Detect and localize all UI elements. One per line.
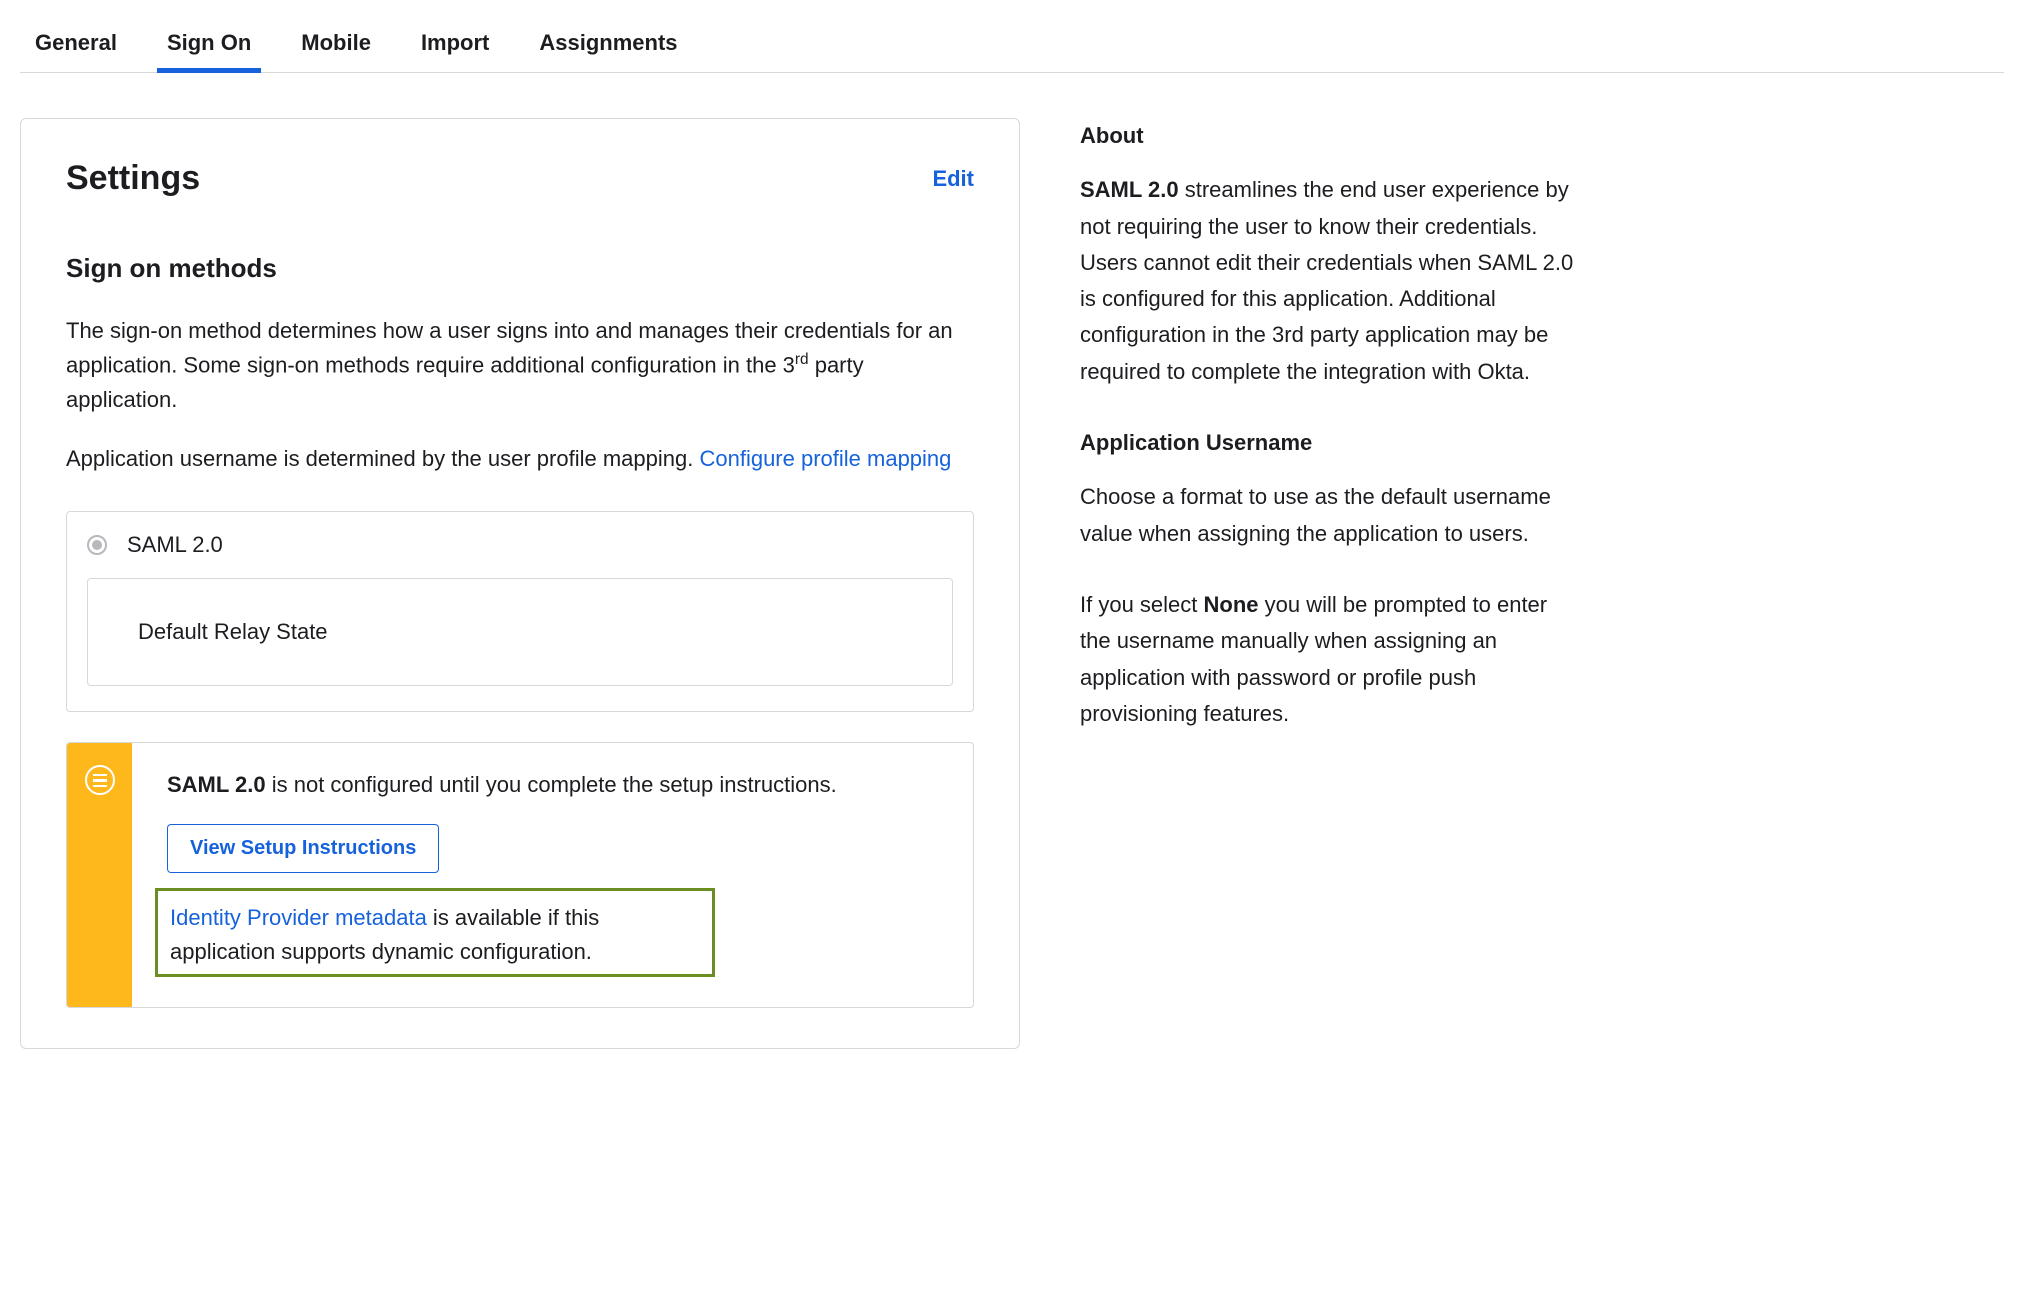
application-username-text: Choose a format to use as the default us… bbox=[1080, 479, 1580, 552]
default-relay-state-field: Default Relay State bbox=[87, 578, 953, 686]
tab-general[interactable]: General bbox=[35, 20, 117, 72]
username-mapping-text: Application username is determined by th… bbox=[66, 442, 974, 476]
tab-mobile[interactable]: Mobile bbox=[301, 20, 371, 72]
none-option-text: If you select None you will be prompted … bbox=[1080, 587, 1580, 732]
saml-radio-label: SAML 2.0 bbox=[127, 532, 223, 558]
tab-sign-on[interactable]: Sign On bbox=[167, 20, 251, 72]
about-heading: About bbox=[1080, 118, 1580, 154]
list-icon bbox=[85, 765, 115, 795]
notice-text: SAML 2.0 is not configured until you com… bbox=[167, 768, 938, 802]
settings-title: Settings bbox=[66, 159, 200, 198]
sign-on-description: The sign-on method determines how a user… bbox=[66, 314, 974, 417]
notice-accent-bar bbox=[67, 743, 132, 1007]
edit-button[interactable]: Edit bbox=[932, 166, 974, 192]
view-setup-instructions-button[interactable]: View Setup Instructions bbox=[167, 824, 439, 873]
tab-bar: General Sign On Mobile Import Assignment… bbox=[20, 20, 2004, 73]
configure-profile-mapping-link[interactable]: Configure profile mapping bbox=[699, 446, 951, 471]
saml-radio[interactable] bbox=[87, 535, 107, 555]
idp-metadata-highlight: Identity Provider metadata is available … bbox=[155, 888, 715, 977]
tab-assignments[interactable]: Assignments bbox=[539, 20, 677, 72]
application-username-heading: Application Username bbox=[1080, 425, 1580, 461]
setup-notice: SAML 2.0 is not configured until you com… bbox=[66, 742, 974, 1008]
saml-option-box: SAML 2.0 Default Relay State bbox=[66, 511, 974, 712]
about-text: SAML 2.0 streamlines the end user experi… bbox=[1080, 172, 1580, 390]
identity-provider-metadata-link[interactable]: Identity Provider metadata bbox=[170, 905, 427, 930]
section-heading-sign-on-methods: Sign on methods bbox=[66, 253, 974, 284]
tab-import[interactable]: Import bbox=[421, 20, 489, 72]
settings-card: Settings Edit Sign on methods The sign-o… bbox=[20, 118, 1020, 1049]
sidebar: About SAML 2.0 streamlines the end user … bbox=[1080, 118, 1580, 767]
